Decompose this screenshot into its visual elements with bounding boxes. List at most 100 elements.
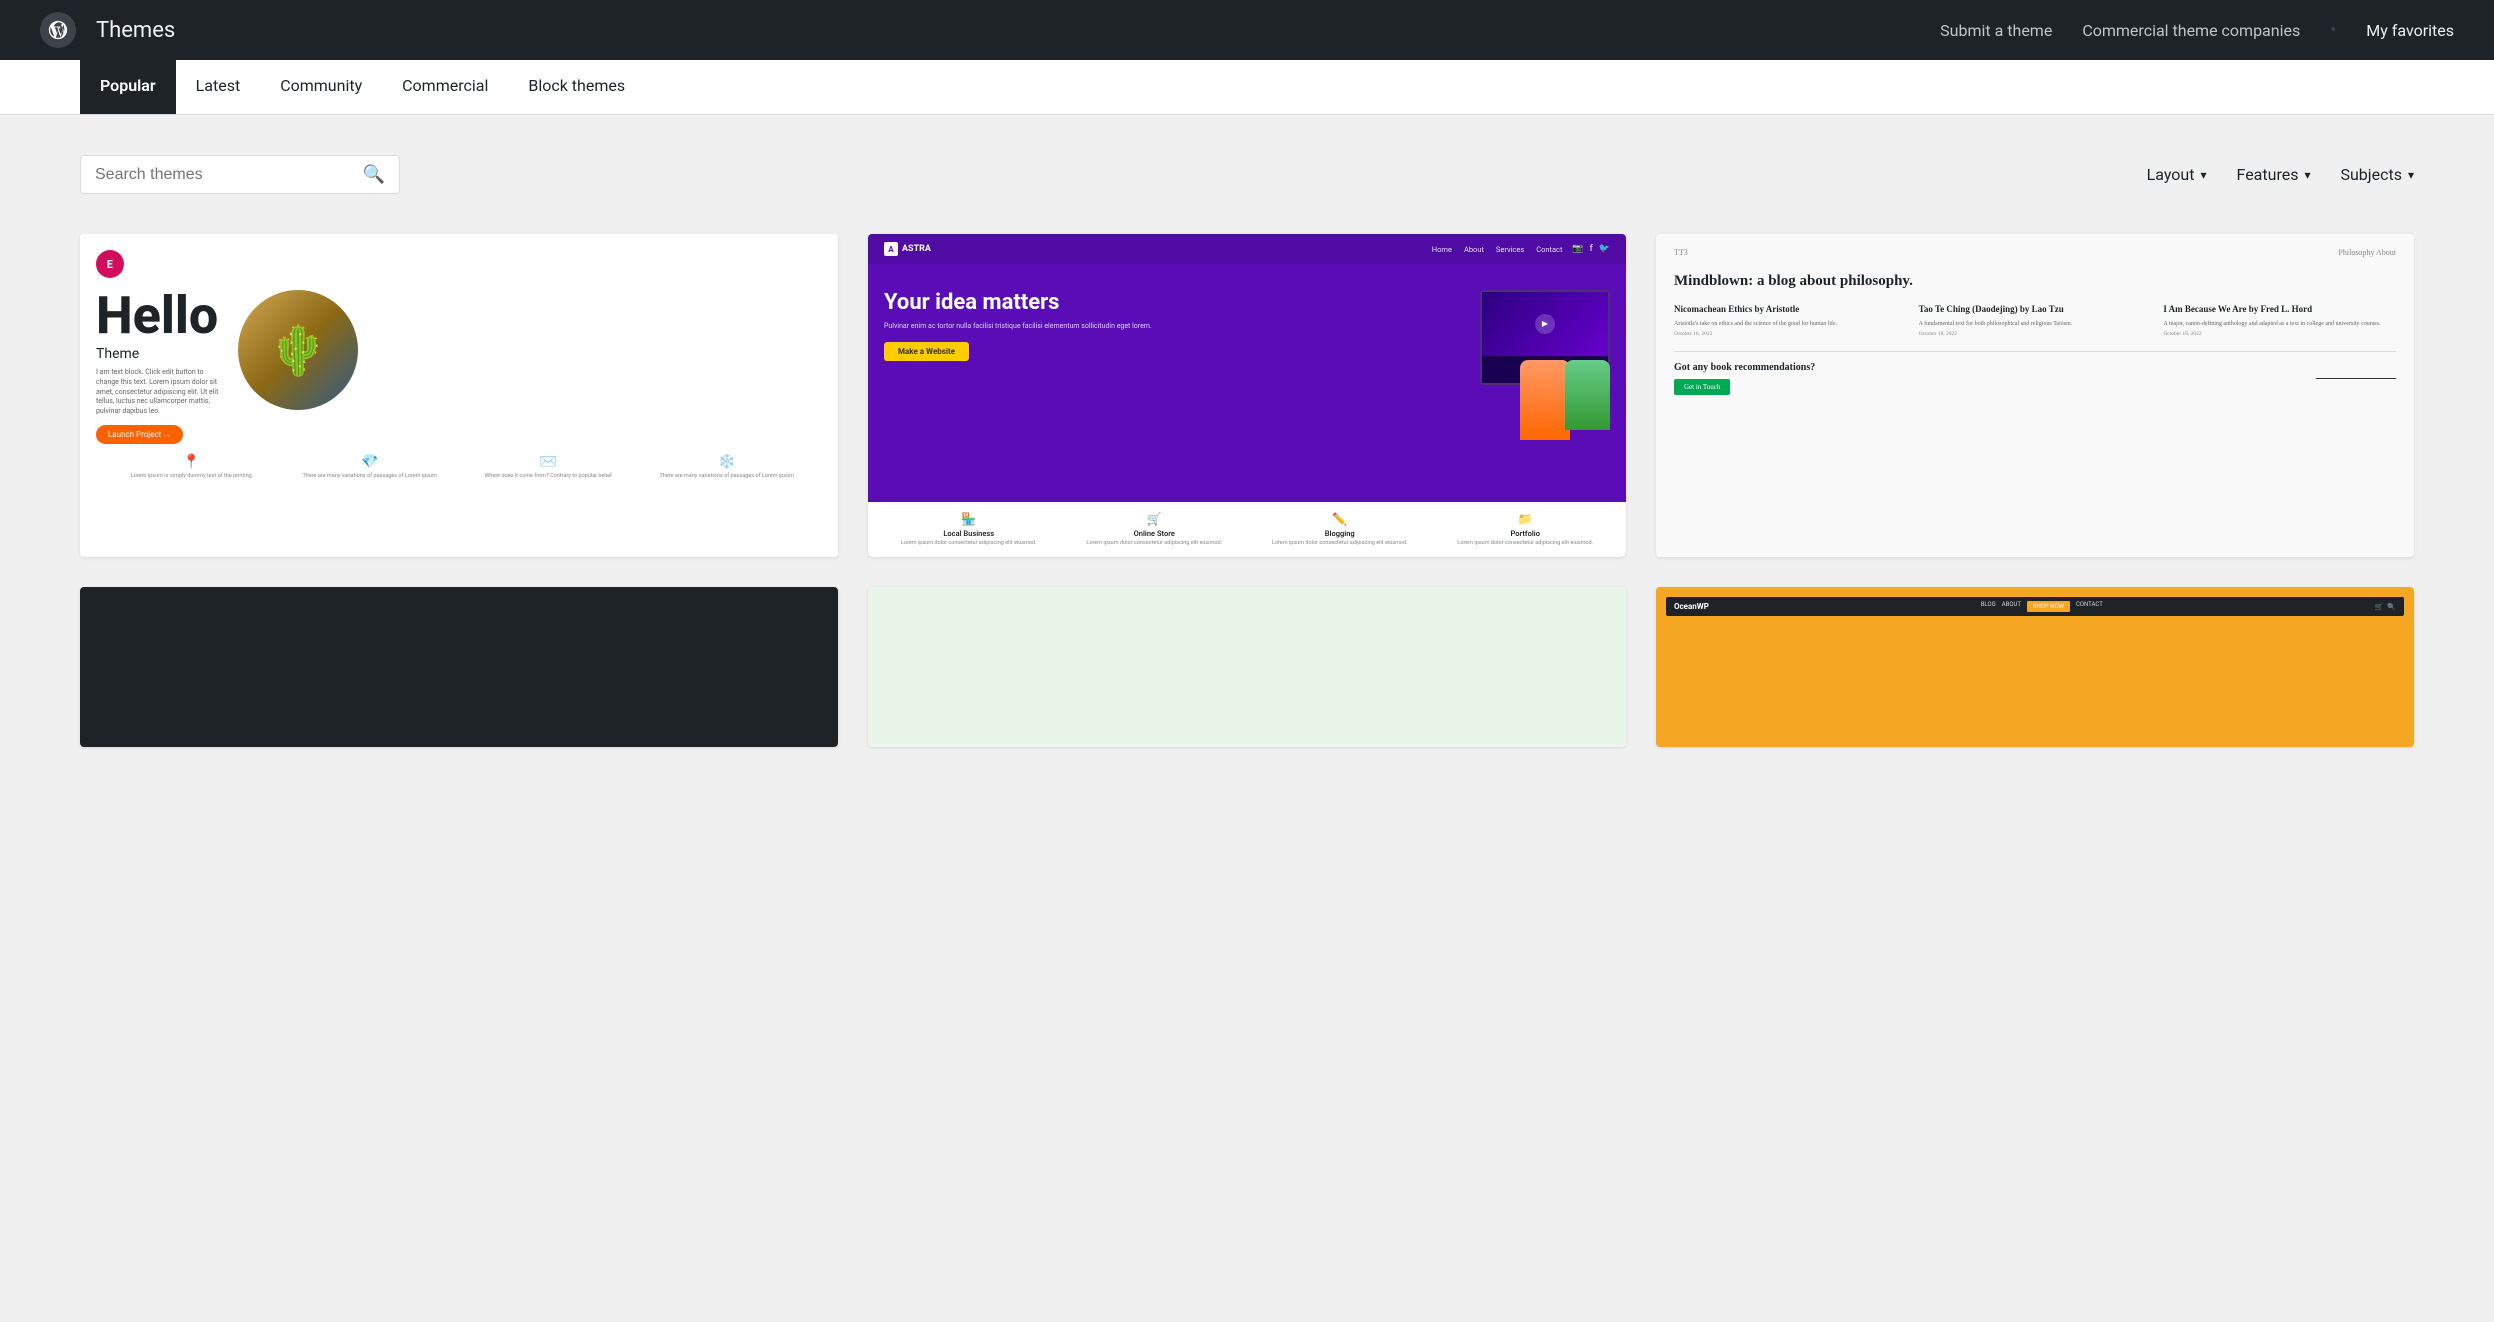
astra-feature-4-title: Portfolio [1435,529,1617,538]
astra-person-graphic-2 [1565,360,1610,430]
tt3-topbar: TT3 Philosophy About [1674,248,2396,257]
my-favorites-link[interactable]: My favorites [2366,21,2454,40]
wordpress-logo[interactable] [40,12,76,48]
tt3-input-line [2316,378,2396,379]
tab-community[interactable]: Community [260,60,382,114]
cactus-icon: 🌵 [268,322,328,379]
theme-grid-bottom: OceanWP BLOG ABOUT SHOP NOW CONTACT 🛒 🔍 [80,587,2414,747]
elementor-badge: E [96,250,124,278]
tt3-cta-section: Got any book recommendations? Get in Tou… [1674,362,2396,395]
location-icon: 📍 [104,454,279,470]
tab-latest[interactable]: Latest [176,60,261,114]
site-header: Themes Submit a theme Commercial theme c… [0,0,2494,60]
submit-theme-link[interactable]: Submit a theme [1940,21,2052,40]
theme-card-partial-2[interactable] [868,587,1626,747]
online-store-icon: 🛒 [1064,512,1246,526]
owp-navbar: OceanWP BLOG ABOUT SHOP NOW CONTACT 🛒 🔍 [1666,597,2404,616]
hello-icon-2: 💎 There are many variations of passages … [283,454,458,480]
tab-commercial[interactable]: Commercial [382,60,508,114]
tab-navigation: Popular Latest Community Commercial Bloc… [0,60,2494,115]
subjects-filter-button[interactable]: Subjects ▾ [2340,165,2414,184]
instagram-icon: 📷 [1572,244,1583,254]
features-filter-label: Features [2237,165,2299,184]
layout-filter-label: Layout [2147,165,2195,184]
hello-content: Hello Theme I am text block. Click edit … [96,250,822,444]
hello-circle-image: 🌵 [238,290,358,410]
astra-screen: ▶ [1482,292,1608,356]
search-input[interactable] [95,166,363,184]
theme-card-partial-oceanwp[interactable]: OceanWP BLOG ABOUT SHOP NOW CONTACT 🛒 🔍 [1656,587,2414,747]
theme-card-hello-elementor[interactable]: E Hello Theme I am text block. Click edi… [80,234,838,557]
astra-nav-about: About [1464,245,1484,254]
main-content: 🔍 Layout ▾ Features ▾ Subjects ▾ E [0,115,2494,1322]
local-business-icon: 🏪 [878,512,1060,526]
hello-icon-1: 📍 Lorem ipsum is simply dummy text of th… [104,454,279,480]
tt3-post-1-desc: Aristotle's take on ethics and the scien… [1674,320,1907,328]
owp-nav-about: ABOUT [2002,601,2021,612]
astra-hero-image: ▶ [1440,280,1610,440]
owp-nav-right: 🛒 🔍 [2375,603,2396,611]
tt3-cta-text: Got any book recommendations? [1674,362,1815,373]
tt3-post-2-date: October 18, 2022 [1919,331,2152,337]
tt3-nav-right: Philosophy About [2338,248,2396,257]
astra-cta-button: Make a Website [884,342,969,361]
astra-social-icons: 📷 f 🐦 [1572,244,1610,254]
theme-card-tt3[interactable]: TT3 Philosophy About Mindblown: a blog a… [1656,234,2414,557]
tt3-post-2-title: Tao Te Ching (Daodejing) by Lao Tzu [1919,304,2152,316]
paper-plane-icon: ✉️ [461,454,636,470]
tt3-cta-btn: Get in Touch [1674,379,1730,395]
theme-card-partial-1[interactable] [80,587,838,747]
astra-feature-1-desc: Lorem ipsum dolor consectetur adipiscing… [878,540,1060,547]
tt3-post-1-title: Nicomachean Ethics by Aristotle [1674,304,1907,316]
tt3-post-1: Nicomachean Ethics by Aristotle Aristotl… [1674,304,1907,337]
tt3-post-3: I Am Because We Are by Fred L. Hord A ma… [2163,304,2396,337]
header-title: Themes [96,18,175,43]
twitter-icon: 🐦 [1599,244,1610,254]
astra-nav-contact: Contact [1536,245,1562,254]
astra-feature-1-title: Local Business [878,529,1060,538]
tab-popular[interactable]: Popular [80,60,176,114]
hello-icon-4: ❄️ There are many variations of passages… [640,454,815,480]
tt3-cta-left: Got any book recommendations? Get in Tou… [1674,362,1815,395]
tt3-main-heading: Mindblown: a blog about philosophy. [1674,273,2396,290]
filters-container: Layout ▾ Features ▾ Subjects ▾ [2147,165,2414,184]
header-right: Submit a theme Commercial theme companie… [1940,20,2454,41]
owp-nav-links: BLOG ABOUT SHOP NOW CONTACT [1981,601,2103,612]
astra-hero-description: Pulvinar enim ac tortor nulla facilisi t… [884,322,1424,332]
theme-preview-dark [80,587,838,747]
astra-nav-links: Home About Services Contact [1432,245,1563,254]
astra-nav-services: Services [1496,245,1524,254]
commercial-companies-link[interactable]: Commercial theme companies [2082,21,2300,40]
astra-play-button: ▶ [1535,314,1555,334]
elementor-badge-icon: E [107,258,113,271]
astra-hero-heading: Your idea matters [884,290,1424,316]
theme-preview-tt3: TT3 Philosophy About Mindblown: a blog a… [1656,234,2414,557]
nav-dot: • [2330,20,2336,41]
astra-logo-icon: A [884,242,898,256]
features-filter-button[interactable]: Features ▾ [2237,165,2311,184]
tt3-posts-grid: Nicomachean Ethics by Aristotle Aristotl… [1674,304,2396,337]
theme-preview-astra: A ASTRA Home About Services Contact 📷 f … [868,234,1626,557]
astra-feature-2-desc: Lorem ipsum dolor consectetur adipiscing… [1064,540,1246,547]
theme-preview-light-green [868,587,1626,747]
search-box[interactable]: 🔍 [80,155,400,194]
features-chevron-icon: ▾ [2304,168,2310,182]
astra-feature-3-title: Blogging [1249,529,1431,538]
tt3-post-2-desc: A fundamental text for both philosophica… [1919,320,2152,328]
layout-filter-button[interactable]: Layout ▾ [2147,165,2207,184]
owp-cart-icon: 🛒 [2375,603,2384,611]
theme-grid: E Hello Theme I am text block. Click edi… [80,234,2414,557]
hello-icon-3-text: Where does it come from? Contrary to pop… [461,473,636,480]
tt3-divider [1674,351,2396,352]
search-icon[interactable]: 🔍 [363,164,385,185]
theme-preview-hello: E Hello Theme I am text block. Click edi… [80,234,838,557]
astra-feature-2-title: Online Store [1064,529,1246,538]
owp-nav-blog: BLOG [1981,601,1996,612]
hello-feature-icons: 📍 Lorem ipsum is simply dummy text of th… [96,454,822,480]
tt3-site-name: TT3 [1674,248,1688,257]
astra-feature-4-desc: Lorem ipsum dolor consectetur adipiscing… [1435,540,1617,547]
tt3-post-3-date: October 18, 2022 [2163,331,2396,337]
tab-block-themes[interactable]: Block themes [508,60,645,114]
astra-person-graphic-1 [1520,360,1570,440]
theme-card-astra[interactable]: A ASTRA Home About Services Contact 📷 f … [868,234,1626,557]
